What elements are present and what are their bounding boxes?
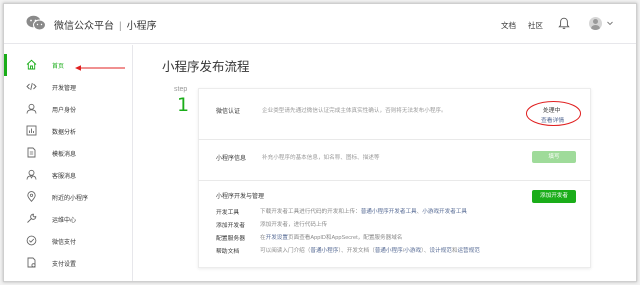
doc-link[interactable]: 普通小程序开发者工具 — [361, 209, 417, 215]
page-title: 小程序发布流程 — [162, 60, 250, 74]
nav-docs-link[interactable]: 文档 — [501, 20, 516, 31]
document-icon — [27, 147, 36, 158]
info-title: 小程序信息 — [216, 156, 247, 162]
auth-description: 企业类型请先通过微信认证完成主体真实性确认，否则将无法发布小程序。 — [262, 108, 447, 114]
row-text: 页面查看AppID和AppSecret，配置服务器域名 — [288, 235, 403, 241]
home-icon — [26, 59, 37, 70]
sidebar-item-label: 模板消息 — [52, 152, 77, 158]
row-text: 可以阅读入门介绍（ — [260, 248, 311, 254]
sidebar-item-customer-messages[interactable]: 客服消息 — [4, 164, 132, 186]
doc-link[interactable]: 小游戏开发者工具 — [422, 209, 467, 215]
sidebar-item-label: 用户身份 — [52, 108, 77, 114]
sidebar-item-template-messages[interactable]: 模板消息 — [4, 142, 132, 164]
nav-community-link[interactable]: 社区 — [528, 20, 543, 31]
card-divider — [198, 139, 591, 140]
row-text: 添加开发者，进行代码上传 — [260, 222, 328, 228]
product-name: 小程序 — [126, 21, 157, 32]
sidebar-item-label: 微信支付 — [52, 240, 77, 246]
sidebar-item-user-identity[interactable]: 用户身份 — [4, 98, 132, 120]
chart-icon — [26, 125, 37, 136]
sidebar-item-label: 首页 — [52, 64, 65, 70]
annotation-circle — [526, 101, 581, 126]
dev-tools-desc: 下载开发者工具进行代码的开发和上传：普通小程序开发者工具、小游戏开发者工具 — [260, 207, 467, 215]
sidebar-item-operations-center[interactable]: 运维中心 — [4, 208, 132, 230]
sidebar-item-payment-settings[interactable]: 支付设置 — [4, 252, 132, 274]
dev-tools-label: 开发工具 — [216, 210, 240, 216]
pay-icon — [26, 235, 37, 246]
brand-name: 微信公众平台 — [54, 21, 114, 32]
doc-link[interactable]: 小游戏 — [404, 248, 421, 254]
help-docs-desc: 可以阅读入门介绍（普通小程序）、开发文档（普通小程序/小游戏）、设计规范和运营规… — [260, 246, 480, 254]
customer-service-icon — [26, 169, 37, 180]
annotation-arrow — [75, 65, 125, 71]
sidebar-item-data-analysis[interactable]: 数据分析 — [4, 120, 132, 142]
sidebar-item-dev-management[interactable]: 开发管理 — [4, 76, 132, 98]
fill-info-button[interactable]: 填写 — [532, 151, 576, 163]
sidebar-item-label: 数据分析 — [52, 130, 77, 136]
doc-link[interactable]: 普通小程序 — [310, 248, 338, 254]
sidebar-item-label: 附近的小程序 — [52, 196, 89, 202]
info-description: 补充小程序的基本信息，如名称、图标、描述等 — [262, 155, 380, 161]
payment-settings-icon — [27, 257, 36, 268]
doc-link[interactable]: 普通小程序 — [375, 248, 403, 254]
sidebar-item-nearby-miniprograms[interactable]: 附近的小程序 — [4, 186, 132, 208]
sidebar-item-label: 支付设置 — [52, 262, 77, 268]
step-label: step — [174, 86, 188, 93]
location-pin-icon — [27, 191, 36, 202]
avatar[interactable] — [589, 17, 602, 30]
auth-title: 微信认证 — [216, 109, 241, 115]
doc-link[interactable]: 运营规范 — [457, 248, 479, 254]
top-header: 微信公众平台 | 小程序 文档 社区 — [4, 4, 636, 44]
user-icon — [26, 103, 37, 114]
dev-title: 小程序开发与管理 — [216, 194, 265, 200]
doc-link[interactable]: 设计规范 — [429, 248, 451, 254]
card-divider — [198, 180, 591, 181]
wechat-logo-icon — [26, 15, 46, 31]
doc-link[interactable]: 开发设置 — [266, 235, 288, 241]
add-developer-desc: 添加开发者，进行代码上传 — [260, 220, 327, 228]
chevron-down-icon[interactable] — [606, 19, 614, 27]
bell-icon[interactable] — [558, 17, 570, 30]
row-text: ）、开发文档（ — [338, 248, 375, 254]
sidebar-item-wechat-pay[interactable]: 微信支付 — [4, 230, 132, 252]
add-developer-label: 添加开发者 — [216, 223, 245, 229]
sidebar-item-label: 开发管理 — [52, 86, 77, 92]
brand-separator: | — [119, 21, 122, 32]
step-number: 1 — [177, 94, 190, 116]
wrench-icon — [27, 213, 37, 223]
brand-title[interactable]: 微信公众平台 | 小程序 — [54, 17, 157, 32]
sidebar-item-label: 客服消息 — [52, 174, 77, 180]
code-icon — [26, 82, 37, 91]
add-developer-button[interactable]: 添加开发者 — [532, 190, 576, 203]
sidebar-item-label: 运维中心 — [52, 218, 77, 224]
sidebar: 首页 开发管理 用户身份 数据分析 模板消息 客服消息 附近的小程序 运维中心 — [4, 45, 133, 281]
app-window: 微信公众平台 | 小程序 文档 社区 首页 开发管理 用户身份 数据分析 模板消… — [3, 3, 637, 282]
server-config-desc: 在开发设置页面查看AppID和AppSecret，配置服务器域名 — [260, 233, 402, 241]
row-text: 下载开发者工具进行代码的开发和上传： — [260, 209, 361, 215]
server-config-label: 配置服务器 — [216, 236, 245, 242]
help-docs-label: 帮助文档 — [216, 249, 240, 255]
